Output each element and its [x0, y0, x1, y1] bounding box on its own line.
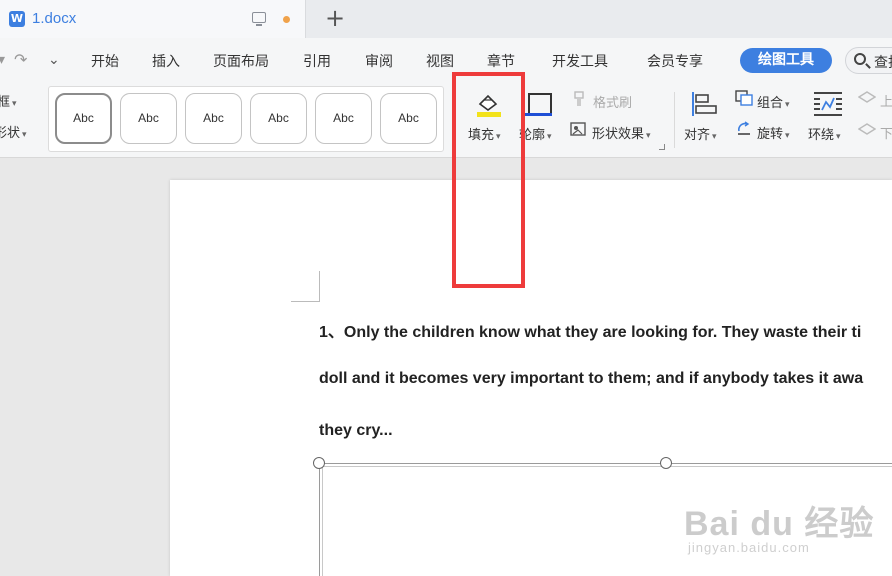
outline-color-bar	[524, 113, 552, 116]
paragraph-line-3[interactable]: they cry...	[319, 422, 393, 440]
group-icon	[735, 90, 753, 106]
ribbon-text-box-button[interactable]: 框	[0, 91, 17, 110]
menu-view[interactable]: 视图	[426, 51, 454, 71]
wrap-text-icon	[814, 92, 842, 116]
monitor-icon[interactable]	[252, 12, 266, 26]
menu-insert[interactable]: 插入	[152, 51, 180, 71]
unsaved-indicator-icon	[283, 16, 290, 23]
document-tab[interactable]: W 1.docx	[0, 0, 306, 38]
menu-developer-tools[interactable]: 开发工具	[552, 51, 608, 71]
menu-drawing-tools[interactable]: 绘图工具	[740, 48, 832, 73]
menu-review[interactable]: 审阅	[365, 51, 393, 71]
shape-effects-icon	[570, 122, 586, 136]
redo-icon[interactable]: ↷	[14, 50, 27, 69]
dialog-launcher-icon[interactable]	[659, 144, 665, 150]
customize-quick-access-icon[interactable]: ⌄	[48, 52, 60, 68]
menu-bar: ▾ ↷ ⌄ 开始 插入 页面布局 引用 审阅 视图 章节 开发工具 会员专享 绘…	[0, 38, 892, 82]
format-painter-button[interactable]: 格式刷	[593, 92, 632, 111]
search-icon	[854, 53, 866, 65]
group-button[interactable]: 组合	[757, 92, 790, 111]
new-tab-button[interactable]: +	[322, 6, 348, 32]
menu-chapter[interactable]: 章节	[487, 51, 515, 71]
bring-forward-icon	[858, 91, 876, 103]
page-margin-marker	[291, 271, 320, 302]
shape-style-3[interactable]: Abc	[185, 93, 242, 144]
menu-page-layout[interactable]: 页面布局	[213, 51, 269, 71]
resize-handle-top-left[interactable]	[313, 457, 325, 469]
document-name: 1.docx	[32, 10, 77, 27]
send-backward-icon	[858, 123, 876, 135]
menu-home[interactable]: 开始	[91, 51, 119, 71]
outline-square-icon[interactable]	[528, 93, 552, 115]
shape-style-gallery: Abc Abc Abc Abc Abc Abc	[48, 86, 444, 152]
baidu-watermark: Bai du 经验	[684, 505, 875, 543]
shape-style-5[interactable]: Abc	[315, 93, 372, 144]
ribbon-divider	[674, 92, 675, 148]
menu-references[interactable]: 引用	[303, 51, 331, 71]
search-box[interactable]: 查找	[845, 47, 892, 74]
align-button[interactable]: 对齐	[684, 124, 717, 143]
fill-highlight-box	[452, 72, 525, 288]
shape-style-6[interactable]: Abc	[380, 93, 437, 144]
undo-dropdown-icon[interactable]: ▾	[0, 52, 5, 68]
rotate-button[interactable]: 旋转	[757, 123, 790, 142]
ribbon-shape-button[interactable]: 形状	[0, 122, 27, 141]
baidu-watermark-url: jingyan.baidu.com	[688, 540, 810, 555]
bring-forward-button[interactable]: 上	[880, 91, 892, 110]
wps-writer-logo-icon: W	[9, 11, 25, 27]
ribbon-toolbar: 框 形状 Abc Abc Abc Abc Abc Abc 填充 轮廓 格式刷 形…	[0, 82, 892, 158]
wrap-button[interactable]: 环绕	[808, 124, 841, 143]
format-painter-icon	[574, 91, 584, 106]
shape-style-4[interactable]: Abc	[250, 93, 307, 144]
paragraph-line-2[interactable]: doll and it becomes very important to th…	[319, 370, 863, 388]
rotate-icon	[738, 121, 750, 135]
resize-handle-top-center[interactable]	[660, 457, 672, 469]
shape-effects-button[interactable]: 形状效果	[592, 123, 651, 142]
search-label: 查找	[874, 55, 892, 71]
send-backward-button[interactable]: 下	[880, 123, 892, 142]
menu-member[interactable]: 会员专享	[647, 51, 703, 71]
shape-style-2[interactable]: Abc	[120, 93, 177, 144]
paragraph-line-1[interactable]: 1、Only the children know what they are l…	[319, 318, 861, 342]
align-icon	[692, 92, 717, 116]
title-bar: W 1.docx +	[0, 0, 892, 38]
shape-style-1[interactable]: Abc	[55, 93, 112, 144]
